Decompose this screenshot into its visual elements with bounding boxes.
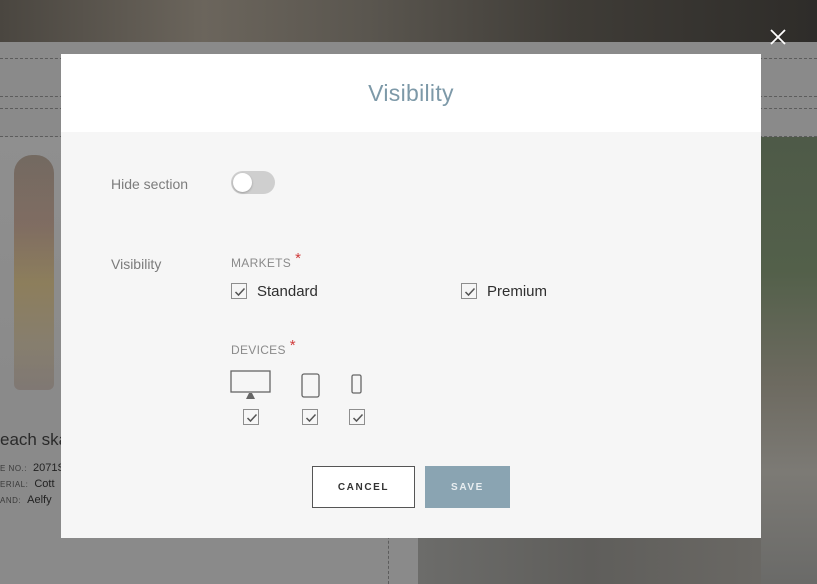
checkmark-icon bbox=[464, 287, 476, 297]
required-marker: * bbox=[295, 250, 302, 267]
background-meta-row: E NO.: 2071S bbox=[0, 462, 65, 474]
market-standard-label: Standard bbox=[257, 283, 318, 300]
hide-section-label: Hide section bbox=[111, 176, 189, 192]
modal-header: Visibility bbox=[61, 54, 761, 132]
checkmark-icon bbox=[305, 413, 317, 423]
checkmark-icon bbox=[246, 413, 258, 423]
market-premium-label: Premium bbox=[487, 283, 548, 300]
background-bottom-photo bbox=[418, 537, 761, 584]
checkmark-icon bbox=[234, 287, 246, 297]
phone-icon bbox=[351, 374, 363, 401]
toggle-knob bbox=[233, 173, 252, 192]
device-desktop-checkbox[interactable] bbox=[243, 409, 259, 425]
required-marker: * bbox=[289, 337, 296, 354]
visibility-modal: Visibility Hide section Visibility MARKE… bbox=[61, 54, 761, 538]
checkmark-icon bbox=[352, 413, 364, 423]
tablet-icon bbox=[301, 373, 320, 403]
device-tablet-checkbox[interactable] bbox=[302, 409, 318, 425]
markets-label: MARKETS * bbox=[231, 250, 302, 270]
visibility-label: Visibility bbox=[111, 256, 162, 272]
modal-title: Visibility bbox=[368, 79, 454, 106]
market-standard-checkbox[interactable] bbox=[231, 283, 247, 299]
desktop-icon bbox=[230, 370, 272, 405]
background-meta-row: ERIAL: Cott bbox=[0, 478, 55, 490]
market-premium-checkbox[interactable] bbox=[461, 283, 477, 299]
hide-section-toggle[interactable] bbox=[231, 171, 275, 194]
background-top-photo bbox=[0, 0, 817, 42]
devices-label: DEVICES * bbox=[231, 337, 296, 357]
background-meta-row: AND: Aelfy bbox=[0, 494, 52, 506]
background-model-figure bbox=[14, 155, 54, 390]
background-side-photo bbox=[761, 137, 817, 584]
save-button[interactable]: SAVE bbox=[425, 466, 510, 508]
device-phone-checkbox[interactable] bbox=[349, 409, 365, 425]
background-product-title: each ska bbox=[0, 430, 69, 449]
close-icon[interactable] bbox=[768, 27, 788, 47]
cancel-button[interactable]: CANCEL bbox=[312, 466, 415, 508]
